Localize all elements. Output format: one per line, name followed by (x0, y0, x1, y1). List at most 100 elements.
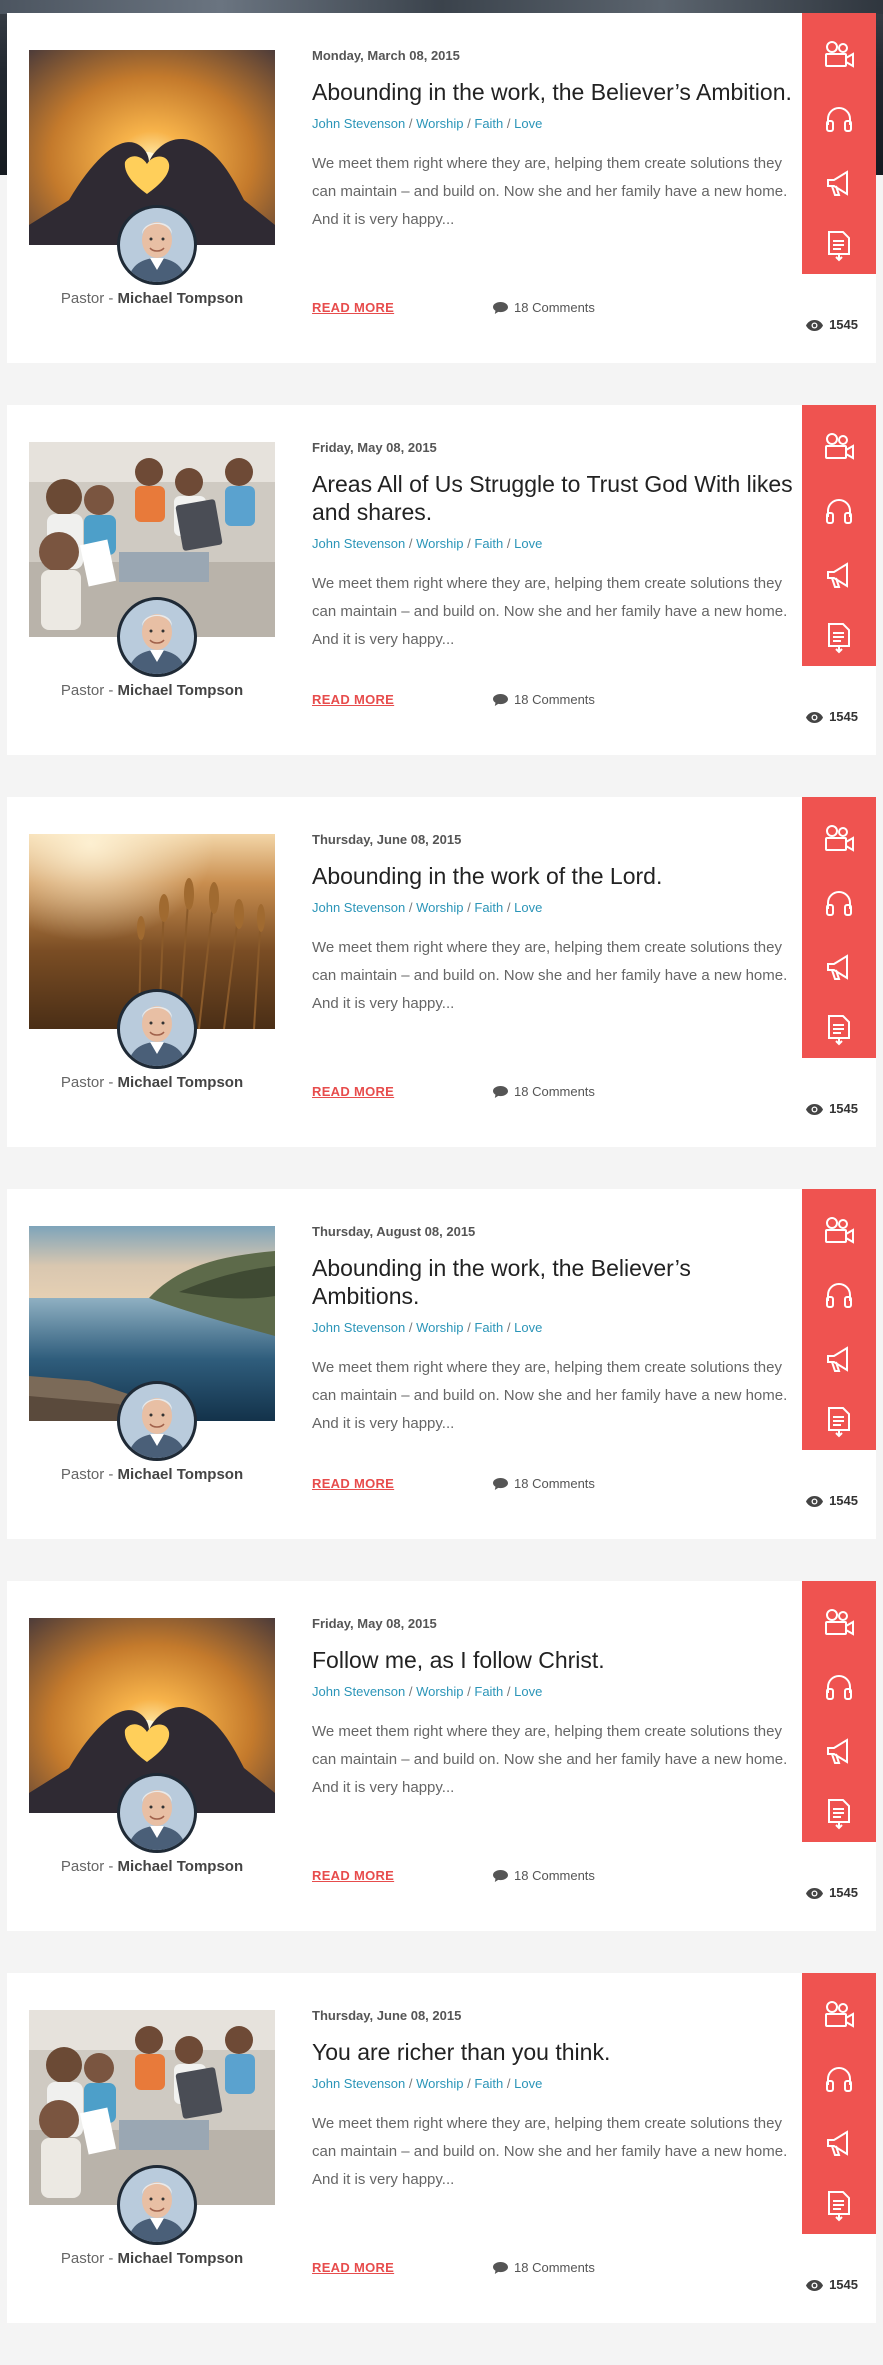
read-more-link[interactable]: READ MORE (312, 1084, 394, 1099)
tag-link[interactable]: Worship (416, 900, 463, 915)
post-content: Thursday, August 08, 2015 Abounding in t… (312, 1224, 797, 1438)
tag-link[interactable]: Worship (416, 1684, 463, 1699)
document-button[interactable] (802, 226, 876, 270)
eye-icon (806, 1888, 824, 1899)
headphones-button[interactable] (802, 1275, 876, 1319)
megaphone-button[interactable] (802, 1339, 876, 1383)
tag-link[interactable]: Faith (474, 1684, 503, 1699)
read-more-link[interactable]: READ MORE (312, 1868, 394, 1883)
comments-link[interactable]: 18 Comments (493, 1868, 595, 1883)
author-link[interactable]: John Stevenson (312, 536, 405, 551)
video-camera-button[interactable] (802, 1603, 876, 1647)
tag-link[interactable]: Faith (474, 900, 503, 915)
megaphone-button[interactable] (802, 163, 876, 207)
document-button[interactable] (802, 1794, 876, 1838)
tag-link[interactable]: Faith (474, 2076, 503, 2091)
avatar[interactable] (117, 597, 197, 677)
tag-separator: / (463, 1684, 475, 1699)
tag-link[interactable]: Faith (474, 536, 503, 551)
read-more-link[interactable]: READ MORE (312, 692, 394, 707)
comments-count: 18 Comments (514, 1476, 595, 1491)
avatar[interactable] (117, 2165, 197, 2245)
headphones-icon (824, 2064, 854, 2099)
tag-separator: / (463, 900, 475, 915)
read-more-link[interactable]: READ MORE (312, 1476, 394, 1491)
avatar[interactable] (117, 205, 197, 285)
author-link[interactable]: John Stevenson (312, 900, 405, 915)
document-button[interactable] (802, 1402, 876, 1446)
post-title[interactable]: Areas All of Us Struggle to Trust God Wi… (312, 470, 797, 526)
video-camera-icon (823, 40, 855, 75)
pastor-name[interactable]: Michael Tompson (118, 1858, 244, 1875)
post-title[interactable]: Abounding in the work, the Believer’s Am… (312, 1254, 797, 1310)
thumbnail-wrap (29, 834, 275, 1069)
pastor-caption: Pastor - Michael Tompson (29, 1466, 275, 1483)
thumbnail-wrap (29, 1226, 275, 1461)
post-title[interactable]: You are richer than you think. (312, 2038, 797, 2066)
avatar[interactable] (117, 1381, 197, 1461)
pastor-name[interactable]: Michael Tompson (118, 682, 244, 699)
document-button[interactable] (802, 618, 876, 662)
headphones-button[interactable] (802, 99, 876, 143)
post-title[interactable]: Abounding in the work of the Lord. (312, 862, 797, 890)
video-camera-button[interactable] (802, 1211, 876, 1255)
tag-link[interactable]: Love (514, 536, 542, 551)
megaphone-button[interactable] (802, 947, 876, 991)
headphones-button[interactable] (802, 1667, 876, 1711)
views-count: 1545 (829, 1493, 858, 1508)
headphones-icon (824, 496, 854, 531)
post-content: Thursday, June 08, 2015 Abounding in the… (312, 832, 797, 1018)
video-camera-button[interactable] (802, 427, 876, 471)
avatar[interactable] (117, 1773, 197, 1853)
tag-link[interactable]: Love (514, 1320, 542, 1335)
comments-link[interactable]: 18 Comments (493, 1476, 595, 1491)
author-link[interactable]: John Stevenson (312, 1684, 405, 1699)
tag-link[interactable]: Faith (474, 116, 503, 131)
video-camera-button[interactable] (802, 35, 876, 79)
tag-separator: / (463, 1320, 475, 1335)
tag-link[interactable]: Love (514, 116, 542, 131)
document-button[interactable] (802, 2186, 876, 2230)
tag-link[interactable]: Faith (474, 1320, 503, 1335)
read-more-link[interactable]: READ MORE (312, 300, 394, 315)
headphones-icon (824, 1280, 854, 1315)
comments-link[interactable]: 18 Comments (493, 692, 595, 707)
pastor-name[interactable]: Michael Tompson (118, 1074, 244, 1091)
tag-link[interactable]: Worship (416, 536, 463, 551)
document-button[interactable] (802, 1010, 876, 1054)
pastor-name[interactable]: Michael Tompson (118, 2250, 244, 2267)
tag-link[interactable]: Love (514, 2076, 542, 2091)
video-camera-button[interactable] (802, 1995, 876, 2039)
author-link[interactable]: John Stevenson (312, 116, 405, 131)
post-title[interactable]: Abounding in the work, the Believer’s Am… (312, 78, 797, 106)
headphones-button[interactable] (802, 883, 876, 927)
tag-separator: / (405, 536, 417, 551)
video-camera-button[interactable] (802, 819, 876, 863)
author-link[interactable]: John Stevenson (312, 2076, 405, 2091)
comments-link[interactable]: 18 Comments (493, 300, 595, 315)
tag-link[interactable]: Worship (416, 2076, 463, 2091)
headphones-button[interactable] (802, 491, 876, 535)
megaphone-button[interactable] (802, 2123, 876, 2167)
read-more-link[interactable]: READ MORE (312, 2260, 394, 2275)
megaphone-button[interactable] (802, 555, 876, 599)
author-link[interactable]: John Stevenson (312, 1320, 405, 1335)
post-excerpt: We meet them right where they are, helpi… (312, 1359, 788, 1432)
tag-link[interactable]: Love (514, 900, 542, 915)
pastor-name[interactable]: Michael Tompson (118, 1466, 244, 1483)
comments-link[interactable]: 18 Comments (493, 1084, 595, 1099)
megaphone-icon (824, 1344, 854, 1379)
comments-link[interactable]: 18 Comments (493, 2260, 595, 2275)
tag-link[interactable]: Love (514, 1684, 542, 1699)
post-tags: John Stevenson / Worship / Faith / Love (312, 1684, 797, 1700)
comment-bubble-icon (493, 1478, 508, 1490)
tag-separator: / (405, 900, 417, 915)
headphones-button[interactable] (802, 2059, 876, 2103)
megaphone-button[interactable] (802, 1731, 876, 1775)
avatar[interactable] (117, 989, 197, 1069)
tag-link[interactable]: Worship (416, 1320, 463, 1335)
document-icon (826, 1406, 852, 1443)
tag-link[interactable]: Worship (416, 116, 463, 131)
post-title[interactable]: Follow me, as I follow Christ. (312, 1646, 797, 1674)
pastor-name[interactable]: Michael Tompson (118, 290, 244, 307)
